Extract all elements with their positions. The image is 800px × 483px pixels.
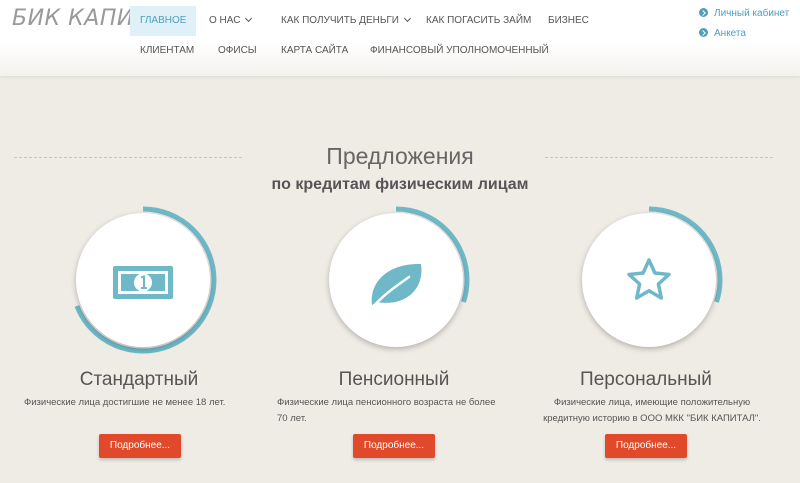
nav-offices[interactable]: ОФИСЫ xyxy=(218,45,257,57)
chevron-right-icon xyxy=(699,8,708,17)
standard-card-circle xyxy=(68,205,218,355)
nav-about-label: О НАС xyxy=(209,15,241,26)
desc-line: Физические лица достигшие не менее 18 ле… xyxy=(24,397,226,408)
nav-home[interactable]: ГЛАВНОЕ xyxy=(130,6,197,36)
pension-card-title: Пенсионный xyxy=(338,369,450,390)
chevron-down-icon xyxy=(245,14,253,23)
nav-sitemap[interactable]: КАРТА САЙТА xyxy=(281,45,348,57)
nav-business[interactable]: БИЗНЕС xyxy=(548,15,589,27)
personal-more-button[interactable]: Подробнее... xyxy=(605,434,687,458)
personal-card-circle xyxy=(574,205,724,355)
nav-get-money[interactable]: КАК ПОЛУЧИТЬ ДЕНЬГИ xyxy=(281,14,412,27)
chevron-right-icon xyxy=(699,28,708,37)
desc-line: Физические лица, имеющие положительную xyxy=(553,397,751,408)
personal-card-title: Персональный xyxy=(580,369,712,390)
desc-line: Физические лица пенсионного возраста не … xyxy=(277,397,496,408)
desc-line: кредитную историю в ООО МКК "БИК КАПИТАЛ… xyxy=(543,413,761,424)
chevron-down-icon xyxy=(403,14,412,23)
form-link[interactable]: Анкета xyxy=(699,27,746,39)
standard-card-desc: Физические лица достигшие не менее 18 ле… xyxy=(24,395,225,411)
section-title: Предложения xyxy=(326,143,474,169)
nav-repay[interactable]: КАК ПОГАСИТЬ ЗАЙМ xyxy=(426,15,531,27)
nav-clients[interactable]: КЛИЕНТАМ xyxy=(140,45,194,57)
personal-card-desc: Физические лица, имеющие положительную к… xyxy=(532,395,772,427)
leaf-icon xyxy=(329,213,463,347)
standard-more-button[interactable]: Подробнее... xyxy=(99,434,181,458)
desc-line: 70 лет. xyxy=(277,413,307,424)
pension-card-desc: Физические лица пенсионного возраста не … xyxy=(277,395,496,427)
pension-more-button[interactable]: Подробнее... xyxy=(353,434,435,458)
nav-get-money-label: КАК ПОЛУЧИТЬ ДЕНЬГИ xyxy=(281,15,399,26)
cabinet-link-label: Личный кабинет xyxy=(714,8,790,19)
banknote-icon xyxy=(76,213,210,347)
standard-card-title: Стандартный xyxy=(79,369,199,390)
pension-card-circle xyxy=(321,205,471,355)
star-icon xyxy=(582,213,716,347)
section-subtitle: по кредитам физическим лицам xyxy=(271,176,529,193)
site-header: БИК КАПИТАЛ ГЛАВНОЕ О НАС КАК ПОЛУЧИТЬ Д… xyxy=(0,0,800,76)
nav-about[interactable]: О НАС xyxy=(209,14,253,27)
cabinet-link[interactable]: Личный кабинет xyxy=(699,7,789,19)
nav-ombudsman[interactable]: ФИНАНСОВЫЙ УПОЛНОМОЧЕННЫЙ xyxy=(370,45,549,57)
form-link-label: Анкета xyxy=(714,28,746,39)
